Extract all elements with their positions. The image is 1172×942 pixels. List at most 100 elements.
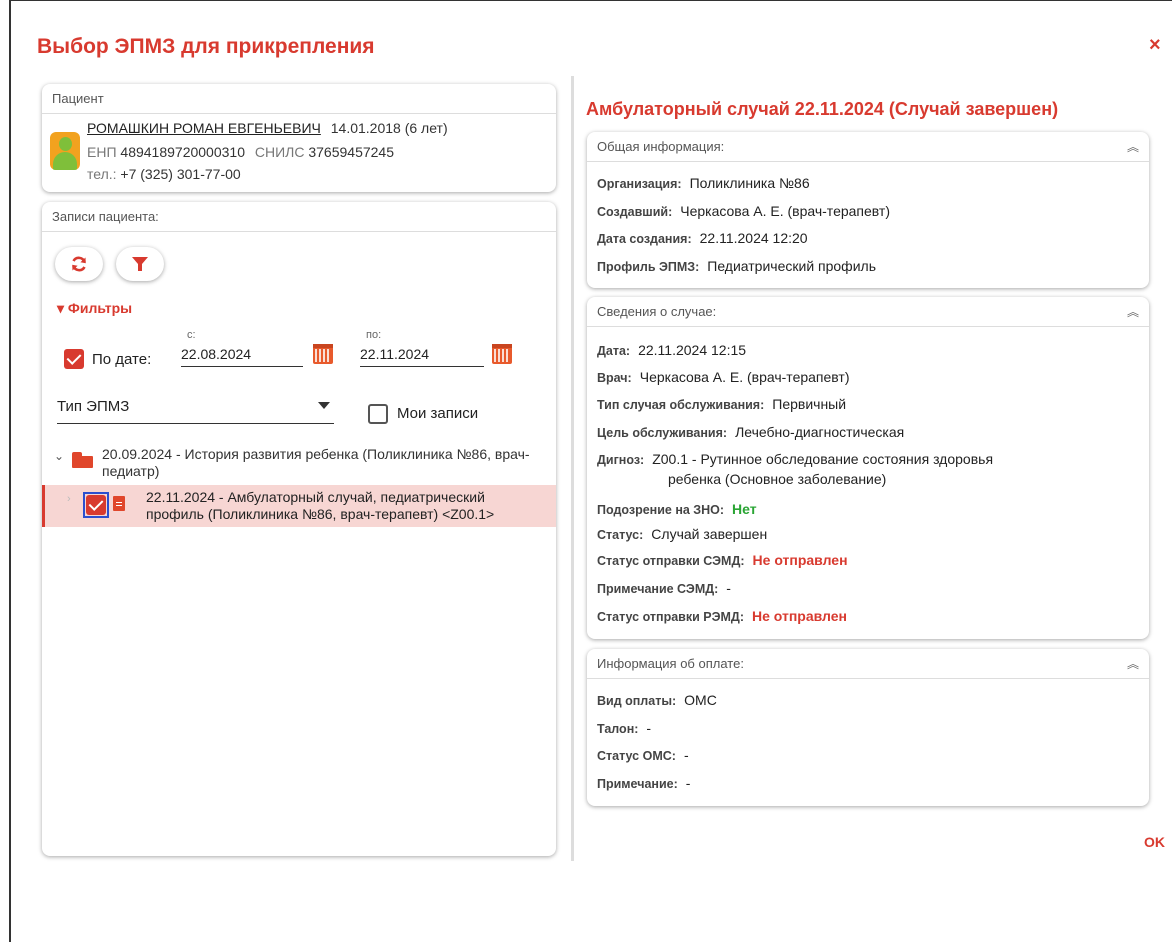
patient-ids-line: ЕНП 4894189720000310 СНИЛС 37659457245 — [87, 144, 394, 160]
payment-kind-label: Вид оплаты: — [597, 694, 677, 708]
field-semd-status: Статус отправки СЭМД: Не отправлен — [597, 552, 848, 568]
collapse-icon[interactable]: ︽ — [1127, 138, 1139, 155]
phone-label: тел.: — [87, 166, 117, 182]
field-profile: Профиль ЭПМЗ: Педиатрический профиль — [597, 258, 876, 274]
field-oms-status: Статус ОМС: - — [597, 747, 689, 763]
payment-info-header[interactable]: Информация об оплате: ︽ — [587, 649, 1149, 679]
creator-value: Черкасова А. Е. (врач-терапевт) — [680, 203, 890, 219]
item-label: 22.11.2024 - Амбулаторный случай, педиат… — [146, 489, 495, 522]
field-organization: Организация: Поликлиника №86 — [597, 175, 810, 191]
semd-note-value: - — [726, 580, 731, 596]
created-date-value: 22.11.2024 12:20 — [699, 230, 808, 246]
filter-icon — [132, 257, 148, 271]
patient-card: Пациент РОМАШКИН РОМАН ЕВГЕНЬЕВИЧ 14.01.… — [42, 84, 556, 192]
created-date-label: Дата создания: — [597, 232, 692, 246]
ok-button[interactable]: OK — [1144, 834, 1165, 850]
filter-button[interactable] — [116, 247, 164, 281]
payment-kind-value: ОМС — [684, 692, 717, 708]
epmz-type-placeholder: Тип ЭПМЗ — [57, 398, 130, 415]
tree-item-selected[interactable]: › 22.11.2024 - Амбулаторный случай, педи… — [42, 485, 556, 527]
records-card-header: Записи пациента: — [42, 202, 556, 232]
patient-name-line: РОМАШКИН РОМАН ЕВГЕНЬЕВИЧ 14.01.2018 (6 … — [87, 120, 448, 136]
patient-card-header: Пациент — [42, 84, 556, 114]
zno-value: Нет — [732, 501, 757, 517]
folder-label: 20.09.2024 - История развития ребенка (П… — [102, 446, 530, 479]
case-title: Амбулаторный случай 22.11.2024 (Случай з… — [586, 99, 1059, 119]
field-status: Статус: Случай завершен — [597, 526, 767, 542]
refresh-icon — [72, 256, 86, 272]
field-remd-status: Статус отправки РЭМД: Не отправлен — [597, 608, 847, 624]
avatar-body — [53, 152, 77, 170]
field-semd-note: Примечание СЭМД: - — [597, 580, 731, 596]
by-date-checkbox[interactable] — [64, 349, 84, 369]
dialog-title: Выбор ЭПМЗ для прикрепления — [37, 35, 375, 58]
profile-value: Педиатрический профиль — [707, 258, 876, 274]
chevron-down-icon — [318, 402, 330, 409]
enp-value: 4894189720000310 — [120, 144, 245, 160]
case-info-header[interactable]: Сведения о случае: ︽ — [587, 297, 1149, 327]
chevron-right-icon: › — [67, 493, 71, 505]
remd-status-label: Статус отправки РЭМД: — [597, 610, 744, 624]
patient-name-link[interactable]: РОМАШКИН РОМАН ЕВГЕНЬЕВИЧ — [87, 120, 321, 136]
field-payment-kind: Вид оплаты: ОМС — [597, 692, 717, 708]
goal-label: Цель обслуживания: — [597, 426, 728, 440]
zno-label: Подозрение на ЗНО: — [597, 503, 725, 517]
records-header-label: Записи пациента: — [52, 209, 159, 224]
field-payment-note: Примечание: - — [597, 775, 690, 791]
payment-info-card: Информация об оплате: ︽ Вид оплаты: ОМС Т… — [587, 649, 1149, 806]
item-checkbox[interactable] — [86, 495, 106, 515]
date-to-label: по: — [366, 329, 382, 341]
semd-status-value: Не отправлен — [752, 552, 848, 568]
organization-label: Организация: — [597, 177, 682, 191]
calendar-to-icon[interactable] — [492, 344, 512, 364]
semd-status-label: Статус отправки СЭМД: — [597, 554, 745, 568]
organization-value: Поликлиника №86 — [689, 175, 810, 191]
folder-icon — [72, 452, 94, 468]
field-case-type: Тип случая обслуживания: Первичный — [597, 396, 846, 412]
case-date-value: 22.11.2024 12:15 — [638, 342, 747, 358]
case-type-value: Первичный — [772, 396, 847, 412]
doctor-label: Врач: — [597, 371, 632, 385]
snils-value: 37659457245 — [308, 144, 395, 160]
document-icon — [113, 496, 125, 511]
field-case-date: Дата: 22.11.2024 12:15 — [597, 342, 746, 358]
status-label: Статус: — [597, 528, 644, 542]
general-info-header[interactable]: Общая информация: ︽ — [587, 132, 1149, 162]
case-info-card: Сведения о случае: ︽ Дата: 22.11.2024 12:… — [587, 297, 1149, 639]
diagnosis-label: Дигноз: — [597, 453, 645, 467]
oms-status-label: Статус ОМС: — [597, 749, 676, 763]
by-date-label: По дате: — [92, 351, 152, 368]
my-records-checkbox[interactable] — [368, 404, 388, 424]
field-doctor: Врач: Черкасова А. Е. (врач-терапевт) — [597, 369, 850, 385]
field-zno: Подозрение на ЗНО: Нет — [597, 501, 757, 517]
epmz-type-select[interactable]: Тип ЭПМЗ — [57, 398, 334, 424]
date-from-input[interactable]: 22.08.2024 — [181, 343, 303, 367]
date-to-input[interactable]: 22.11.2024 — [360, 343, 484, 367]
general-info-header-label: Общая информация: — [597, 139, 725, 154]
field-ticket: Талон: - — [597, 720, 651, 736]
close-icon[interactable]: × — [1149, 35, 1161, 55]
payment-note-label: Примечание: — [597, 777, 678, 791]
ticket-label: Талон: — [597, 722, 639, 736]
ticket-value: - — [646, 720, 652, 736]
folder-icon-body — [72, 456, 93, 468]
remd-status-value: Не отправлен — [752, 608, 848, 624]
collapse-icon[interactable]: ︽ — [1127, 655, 1139, 672]
expand-chevron-icon[interactable]: ⌄ — [54, 449, 64, 463]
filters-toggle[interactable]: ▾ Фильтры — [57, 300, 132, 317]
status-value: Случай завершен — [651, 526, 768, 542]
patient-birth: 14.01.2018 (6 лет) — [330, 120, 448, 136]
phone-value: +7 (325) 301-77-00 — [120, 166, 241, 182]
snils-label: СНИЛС — [254, 144, 305, 160]
calendar-from-icon[interactable] — [313, 344, 333, 364]
diagnosis-value-line1: Z00.1 - Рутинное обследование состояния … — [652, 451, 994, 467]
payment-note-value: - — [685, 775, 691, 791]
splitter[interactable] — [571, 76, 574, 861]
my-records-label: Мои записи — [397, 405, 479, 422]
patient-info: РОМАШКИН РОМАН ЕВГЕНЬЕВИЧ 14.01.2018 (6 … — [42, 114, 556, 192]
collapse-icon[interactable]: ︽ — [1127, 303, 1139, 320]
case-date-label: Дата: — [597, 344, 631, 358]
oms-status-value: - — [683, 747, 689, 763]
refresh-button[interactable] — [55, 247, 103, 281]
semd-note-label: Примечание СЭМД: — [597, 582, 719, 596]
